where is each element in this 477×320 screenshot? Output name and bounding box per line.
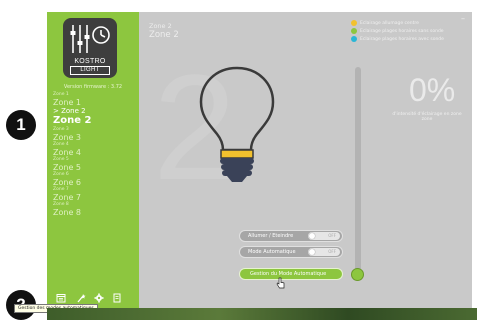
zone-item-small: > Zone 2 (53, 107, 86, 115)
intensity-percent: 0% (409, 72, 456, 108)
zone-item-6[interactable]: Zone 6 Zone 6 (53, 172, 137, 187)
auto-mode-label: Mode Automatique (248, 249, 296, 255)
auto-modes-calendar-icon[interactable] (55, 292, 67, 304)
legend: Eclairage allumage centre Eclairage plag… (351, 19, 444, 43)
logo-line1: KOSTRO (74, 58, 106, 65)
zone-item-label: Zone 7 (53, 193, 81, 202)
logo-line2: LIGHT (70, 66, 110, 75)
zone-item-label: Zone 2 (53, 115, 92, 126)
brightness-slider-handle[interactable] (351, 268, 364, 281)
zone-item-label: Zone 4 (53, 148, 81, 157)
callout-marker-1: 1 (6, 110, 36, 140)
zone-item-label: Zone 1 (53, 98, 81, 107)
hand-cursor-icon (276, 277, 285, 289)
legend-label: Eclairage plages horaires sans sonde (360, 28, 444, 34)
intensity-label: d'intensité d'éclairage en zone zone (392, 112, 462, 122)
toggle-state: OFF (328, 249, 336, 254)
legend-item: Eclairage allumage centre (351, 19, 444, 27)
zone-item-5[interactable]: Zone 5 Zone 5 (53, 157, 137, 172)
desktop-background (47, 308, 477, 320)
zone-detail-panel: 2 Zone 2 Zone 2 Eclairage allumage centr… (139, 12, 472, 308)
legend-label: Eclairage allumage centre (360, 20, 419, 26)
toggle-knob (309, 249, 315, 255)
zone-item-label: Zone 3 (53, 133, 81, 142)
sidebar: KOSTRO LIGHT Version firmware : 3.72 Zon… (47, 12, 139, 308)
legend-label: Eclairage plages horaires avec sonde (360, 36, 444, 42)
on-off-toggle[interactable]: OFF (308, 232, 340, 240)
toggle-knob (309, 233, 315, 239)
on-off-toggle-row: Allumer / Eteindre OFF (239, 230, 343, 242)
zone-item-4[interactable]: Zone 4 Zone 4 (53, 142, 137, 157)
zone-item-3[interactable]: Zone 3 Zone 3 (53, 127, 137, 142)
screenshot: 1 2 (0, 0, 477, 320)
app-window: KOSTRO LIGHT Version firmware : 3.72 Zon… (47, 12, 472, 308)
toggle-state: OFF (328, 233, 336, 238)
zone-item-2[interactable]: > Zone 2 Zone 2 (53, 107, 137, 127)
zone-item-label: Zone 8 (53, 208, 81, 217)
legend-dot-blue (351, 36, 357, 42)
auto-mode-toggle[interactable]: OFF (308, 248, 340, 256)
wand-icon[interactable] (75, 292, 87, 304)
document-icon[interactable] (111, 292, 123, 304)
zone-item-label: Zone 5 (53, 163, 81, 172)
legend-dot-yellow (351, 20, 357, 26)
firmware-version: Version firmware : 3.72 (63, 84, 123, 90)
auto-mode-management-label: Gestion du Mode Automatique (250, 271, 327, 277)
zone-item-label: Zone 6 (53, 178, 81, 187)
zone-header: Zone 2 Zone 2 (149, 22, 179, 41)
zone-list: Zone 1 Zone 1 > Zone 2 Zone 2 Zone 3 Zon… (53, 92, 137, 217)
on-off-label: Allumer / Eteindre (248, 233, 294, 239)
auto-mode-toggle-row: Mode Automatique OFF (239, 246, 343, 258)
legend-item: Eclairage plages horaires avec sonde (351, 35, 444, 43)
light-bulb-icon (199, 66, 275, 182)
minimize-icon[interactable]: – (461, 14, 465, 23)
brand-logo: KOSTRO LIGHT (63, 18, 117, 78)
zone-item-1[interactable]: Zone 1 Zone 1 (53, 92, 137, 107)
gear-icon[interactable] (93, 292, 105, 304)
zone-header-line1: Zone 2 (149, 22, 172, 30)
zone-item-7[interactable]: Zone 7 Zone 7 (53, 187, 137, 202)
auto-mode-management-button[interactable]: Gestion du Mode Automatique (239, 268, 343, 280)
zone-header-title: Zone 2 (149, 30, 179, 40)
legend-dot-green (351, 28, 357, 34)
brightness-slider-track[interactable] (355, 67, 361, 272)
sliders-clock-icon (70, 25, 110, 53)
zone-item-8[interactable]: Zone 8 Zone 8 (53, 202, 137, 217)
legend-item: Eclairage plages horaires sans sonde (351, 27, 444, 35)
